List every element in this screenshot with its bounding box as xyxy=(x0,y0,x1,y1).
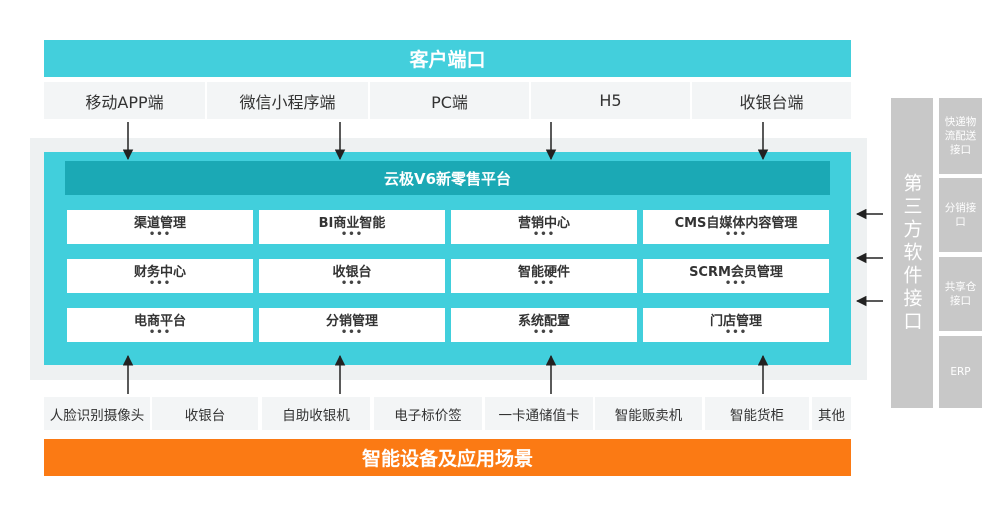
connector-arrows xyxy=(122,122,883,394)
